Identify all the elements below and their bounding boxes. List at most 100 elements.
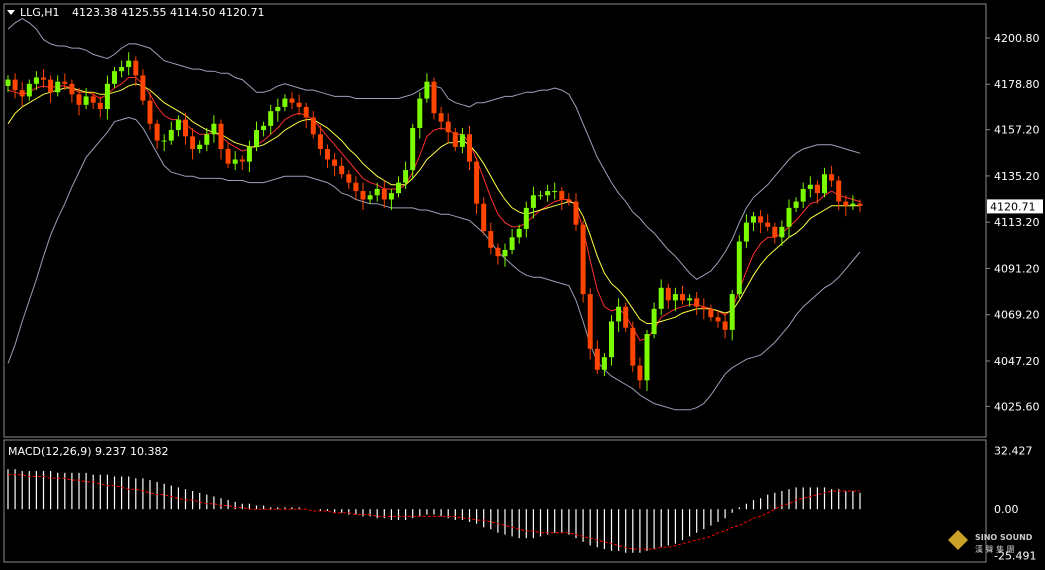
candle-body <box>765 222 771 227</box>
candle-body <box>168 130 174 141</box>
candle-body <box>417 98 423 128</box>
candle-body <box>545 191 551 196</box>
current-price-label: 4120.71 <box>990 200 1036 213</box>
candle-body <box>715 317 721 322</box>
y-tick-label: 4047.20 <box>994 355 1040 368</box>
candle-body <box>665 287 671 301</box>
candle-body <box>232 159 238 164</box>
chart-canvas: 4200.80 4178.80 4157.20 4135.20 4113.20 4091.… <box>3 3 1043 563</box>
price-axis: 4200.80 4178.80 4157.20 4135.20 4113.20 4091.… <box>986 32 1040 413</box>
candle-body <box>104 83 110 110</box>
candle-body <box>55 81 61 93</box>
candle-body <box>488 231 494 248</box>
candle-body <box>190 136 196 149</box>
candle-body <box>90 96 96 103</box>
candle-body <box>743 222 749 242</box>
candle-body <box>779 226 785 238</box>
candle-body <box>566 199 572 202</box>
candle-body <box>268 111 274 126</box>
candle-body <box>133 60 139 76</box>
candle-body <box>630 327 636 366</box>
candle-body <box>467 134 472 162</box>
candle-body <box>445 121 451 133</box>
candle-body <box>5 79 11 86</box>
candle-body <box>374 188 380 196</box>
candle-body <box>786 207 792 227</box>
candle-body <box>658 287 664 309</box>
candle-body <box>161 140 167 142</box>
candle-body <box>310 117 316 135</box>
candle-body <box>410 127 416 171</box>
candle-body <box>147 100 153 124</box>
candle-body <box>694 298 700 307</box>
candle-body <box>254 130 259 147</box>
y-tick-label: 4069.20 <box>994 309 1040 322</box>
candle-body <box>807 184 813 189</box>
candle-body <box>573 201 579 225</box>
candle-body <box>353 182 359 192</box>
candle-body <box>800 188 806 202</box>
candle-body <box>559 191 565 200</box>
candle-body <box>474 161 480 204</box>
candle-body <box>523 207 529 229</box>
logo-text-en: SINO SOUND <box>975 533 1033 542</box>
ohlc-values: 4123.38 4125.55 4114.50 4120.71 <box>72 6 264 19</box>
candle-body <box>218 123 224 149</box>
candle-body <box>48 79 54 93</box>
candle-body <box>154 123 160 141</box>
candle-body <box>843 201 849 206</box>
symbol-label: LLG,H1 <box>20 6 60 19</box>
candle-body <box>381 188 387 200</box>
candle-body <box>225 149 231 164</box>
candle-body <box>296 102 302 107</box>
macd-label: MACD(12,26,9) 9.237 10.382 <box>8 445 169 458</box>
candle-body <box>857 203 863 206</box>
macd-tick-label: 32.427 <box>994 444 1033 457</box>
candle-body <box>317 134 323 149</box>
chart-window: 4200.80 4178.80 4157.20 4135.20 4113.20 4091.… <box>0 0 1045 566</box>
candle-body <box>623 306 629 328</box>
candle-body <box>360 191 366 200</box>
candle-body <box>516 228 522 238</box>
candle-body <box>33 77 39 84</box>
candle-body <box>580 224 586 295</box>
candle-body <box>325 149 330 160</box>
candle-body <box>736 241 742 295</box>
candle-body <box>772 226 778 238</box>
candle-body <box>538 195 543 197</box>
candle-body <box>793 201 799 208</box>
candle-body <box>729 294 735 330</box>
collapse-triangle-icon[interactable] <box>7 10 15 15</box>
candle-body <box>637 365 643 381</box>
candles <box>5 52 863 391</box>
candle-body <box>26 83 32 97</box>
candle-body <box>687 298 693 301</box>
candle-body <box>83 96 89 105</box>
candle-body <box>346 174 352 183</box>
candle-body <box>587 294 593 349</box>
logo-diamond-icon <box>948 530 968 550</box>
main-panel-frame <box>3 3 987 438</box>
candle-body <box>275 106 281 112</box>
candle-body <box>552 191 558 193</box>
y-tick-label: 4178.80 <box>994 78 1040 91</box>
candle-body <box>502 249 508 257</box>
candle-body <box>601 357 607 370</box>
candle-body <box>19 90 25 97</box>
candle-body <box>12 79 18 91</box>
candle-body <box>616 306 622 322</box>
candle-body <box>175 119 181 131</box>
candle-body <box>431 81 437 114</box>
candle-body <box>388 193 394 200</box>
candle-body <box>452 132 458 147</box>
candle-body <box>481 203 487 232</box>
candle-body <box>424 81 430 99</box>
candle-body <box>680 294 685 301</box>
candle-body <box>303 106 309 118</box>
candle-body <box>332 159 338 166</box>
candle-body <box>112 71 117 84</box>
candle-body <box>183 119 188 137</box>
candle-body <box>339 165 345 175</box>
candle-body <box>438 113 444 122</box>
candle-body <box>701 306 707 309</box>
